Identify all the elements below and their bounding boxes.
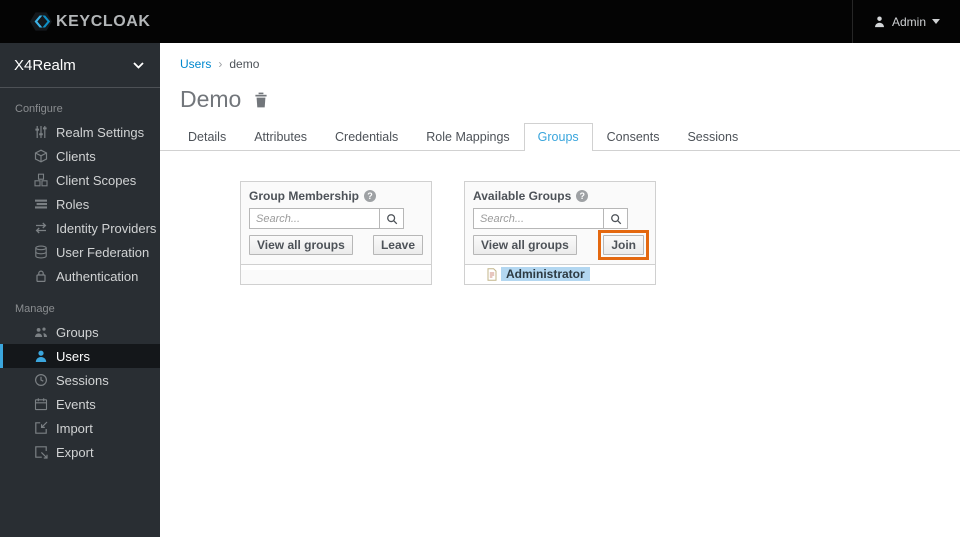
tab-credentials[interactable]: Credentials: [321, 123, 412, 151]
leave-button[interactable]: Leave: [372, 235, 423, 255]
tab-groups[interactable]: Groups: [523, 123, 593, 151]
cubes-icon: [33, 173, 48, 188]
realm-name: X4Realm: [14, 56, 76, 74]
sidebar-section-manage: Manage: [15, 303, 55, 315]
search-icon: [610, 213, 622, 225]
join-button-highlight: Join: [598, 230, 649, 260]
sidebar-item-label: Clients: [56, 148, 96, 164]
cube-icon: [33, 149, 48, 164]
database-icon: [33, 245, 48, 260]
available-groups-title: Available Groups: [473, 189, 572, 203]
exchange-arrows-icon: [33, 221, 48, 236]
sidebar-item-events[interactable]: Events: [0, 392, 160, 416]
page-title-row: Demo: [160, 71, 960, 113]
tab-consents[interactable]: Consents: [593, 123, 674, 151]
chevron-down-icon: [133, 61, 144, 69]
join-button[interactable]: Join: [603, 235, 644, 255]
breadcrumb-link-users[interactable]: Users: [180, 57, 211, 71]
list-icon: [33, 197, 48, 212]
group-label: Administrator: [501, 267, 590, 281]
sidebar-item-user-federation[interactable]: User Federation: [0, 240, 160, 264]
available-search-button[interactable]: [603, 208, 628, 229]
sidebar-item-export[interactable]: Export: [0, 440, 160, 464]
sidebar-item-label: Realm Settings: [56, 124, 145, 140]
sidebar-item-groups[interactable]: Groups: [0, 320, 160, 344]
group-membership-panel: Group Membership ? View all groups Leave: [240, 181, 432, 285]
groups-panels: Group Membership ? View all groups Leave: [240, 181, 960, 285]
sidebar-item-label: Authentication: [56, 268, 139, 284]
topbar: KEYCLOAK Admin: [0, 0, 960, 43]
sidebar-item-authentication[interactable]: Authentication: [0, 264, 160, 288]
sidebar-item-users[interactable]: Users: [0, 344, 160, 368]
search-icon: [386, 213, 398, 225]
sidebar-item-roles[interactable]: Roles: [0, 192, 160, 216]
user-menu[interactable]: Admin: [851, 0, 940, 43]
lock-icon: [33, 269, 48, 284]
keycloak-logo-icon: [30, 11, 52, 32]
sidebar-item-label: Sessions: [56, 372, 109, 388]
brand-text: KEYCLOAK: [56, 12, 151, 30]
membership-search-input[interactable]: [249, 208, 379, 229]
help-icon[interactable]: ?: [364, 190, 377, 202]
help-icon[interactable]: ?: [576, 190, 589, 202]
breadcrumb-current: demo: [229, 57, 260, 71]
sidebar-item-label: Users: [56, 348, 90, 364]
available-groups-panel: Available Groups ? View all groups Join: [464, 181, 656, 285]
sidebar-item-label: User Federation: [56, 244, 150, 260]
sidebar-item-label: Events: [56, 396, 96, 412]
sidebar-item-label: Groups: [56, 324, 99, 340]
sidebar-item-label: Roles: [56, 196, 90, 212]
tab-details[interactable]: Details: [174, 123, 240, 151]
user-icon: [33, 349, 48, 364]
clock-icon: [33, 373, 48, 388]
membership-search-button[interactable]: [379, 208, 404, 229]
group-users-icon: [33, 325, 48, 340]
sidebar: X4Realm Configure Realm Settings Clients…: [0, 43, 160, 537]
realm-selector[interactable]: X4Realm: [0, 43, 160, 88]
sidebar-item-identity-providers[interactable]: Identity Providers: [0, 216, 160, 240]
delete-user-icon[interactable]: [254, 92, 268, 108]
sidebar-item-label: Import: [56, 420, 93, 436]
available-view-all-groups-button[interactable]: View all groups: [473, 235, 577, 255]
page-title: Demo: [180, 86, 242, 112]
sliders-icon: [33, 125, 48, 140]
sidebar-item-realm-settings[interactable]: Realm Settings: [0, 120, 160, 144]
group-item-administrator[interactable]: Administrator: [465, 265, 655, 284]
available-group-list: Administrator: [465, 264, 655, 284]
membership-group-list[interactable]: [241, 264, 431, 270]
caret-down-icon: [932, 19, 940, 24]
tab-role-mappings[interactable]: Role Mappings: [412, 123, 523, 151]
breadcrumb: Users › demo: [160, 43, 960, 71]
export-icon: [33, 445, 48, 460]
sidebar-item-import[interactable]: Import: [0, 416, 160, 440]
main-content: Users › demo Demo Details Attributes Crede…: [160, 43, 960, 285]
import-icon: [33, 421, 48, 436]
membership-view-all-groups-button[interactable]: View all groups: [249, 235, 353, 255]
tab-bar: Details Attributes Credentials Role Mapp…: [160, 123, 960, 151]
sidebar-item-label: Client Scopes: [56, 172, 137, 188]
sidebar-item-clients[interactable]: Clients: [0, 144, 160, 168]
sidebar-section-configure: Configure: [15, 103, 63, 115]
group-membership-title: Group Membership: [249, 189, 360, 203]
available-search-input[interactable]: [473, 208, 603, 229]
sidebar-item-label: Export: [56, 444, 94, 460]
sidebar-item-label: Identity Providers: [56, 220, 157, 236]
tab-sessions[interactable]: Sessions: [673, 123, 752, 151]
keycloak-logo[interactable]: KEYCLOAK: [30, 11, 151, 32]
sidebar-item-sessions[interactable]: Sessions: [0, 368, 160, 392]
user-label: Admin: [891, 14, 926, 29]
sidebar-item-client-scopes[interactable]: Client Scopes: [0, 168, 160, 192]
file-icon: [487, 267, 497, 281]
breadcrumb-separator: ›: [218, 57, 223, 71]
calendar-icon: [33, 397, 48, 412]
user-icon: [873, 15, 886, 28]
tab-attributes[interactable]: Attributes: [240, 123, 321, 151]
